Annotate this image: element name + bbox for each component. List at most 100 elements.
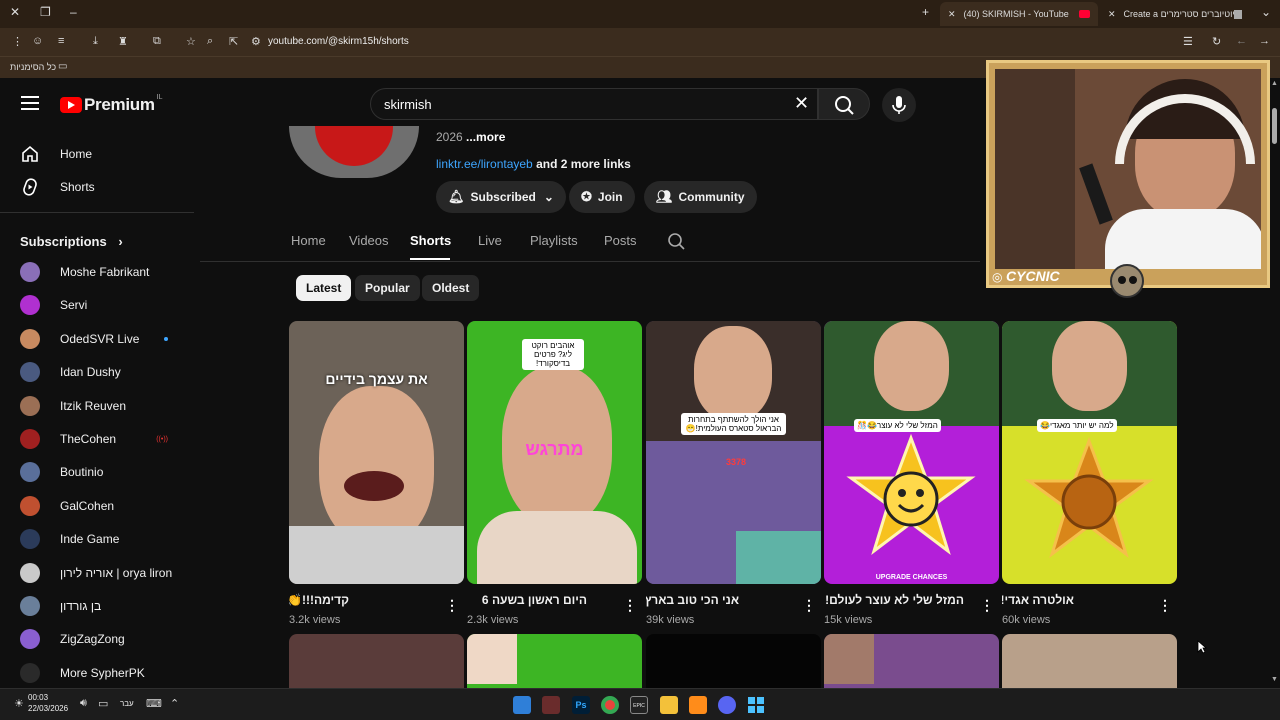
tab-posts[interactable]: Posts bbox=[604, 233, 637, 248]
sidebar-subscription[interactable]: Boutinio bbox=[20, 460, 180, 484]
youtube-premium-logo[interactable]: Premium IL bbox=[60, 94, 163, 115]
short-thumbnail[interactable]: את עצמך בידיים bbox=[289, 321, 464, 584]
reading-list-icon[interactable]: ≡ bbox=[58, 35, 64, 47]
short-thumbnail[interactable]: אני הולך להשתתף בתחרות הבראול סטארס העול… bbox=[646, 321, 821, 584]
bookmark-star-icon[interactable]: ☆ bbox=[186, 35, 196, 48]
chrome-app-icon[interactable] bbox=[601, 696, 619, 714]
search-button[interactable] bbox=[818, 88, 870, 120]
scrollbar-thumb[interactable] bbox=[1272, 108, 1277, 144]
sidebar-subscription[interactable]: אוריה לירון | orya liron bbox=[20, 561, 180, 585]
url-field[interactable]: youtube.com/@skirm15h/shorts bbox=[268, 36, 409, 47]
puzzle-icon[interactable]: ⧉ bbox=[153, 35, 161, 48]
all-bookmarks-label[interactable]: כל הסימניות bbox=[10, 62, 56, 72]
sidebar-subscription[interactable]: ZigZagZong bbox=[20, 627, 180, 651]
back-icon[interactable]: → bbox=[1259, 35, 1270, 47]
more-options-icon[interactable]: ⋮ bbox=[1158, 597, 1172, 614]
short-thumbnail[interactable]: אוהבים רוקט ליג? פרטים בדיסקורד! מתרגש bbox=[467, 321, 642, 584]
weather-icon[interactable]: ☀ bbox=[14, 697, 24, 710]
extensions-icon[interactable]: ♜ bbox=[118, 35, 128, 48]
sidebar-item-shorts[interactable]: Shorts bbox=[20, 177, 95, 197]
network-icon[interactable]: ▭ bbox=[98, 697, 108, 710]
site-info-icon[interactable]: ⚙ bbox=[251, 35, 261, 48]
search-input[interactable] bbox=[384, 97, 764, 112]
short-title[interactable]: אני הכי טוב בארץ! bbox=[646, 593, 739, 607]
short-title[interactable]: אולטרה אגדי! bbox=[1002, 593, 1074, 607]
short-thumbnail[interactable] bbox=[289, 634, 464, 688]
sidebar-subscription[interactable]: GalCohen bbox=[20, 494, 180, 518]
search-box[interactable] bbox=[370, 88, 818, 120]
reload-icon[interactable]: ↻ bbox=[1212, 35, 1221, 48]
sidebar-subscription[interactable]: Idan Dushy bbox=[20, 360, 180, 384]
tab-home[interactable]: Home bbox=[291, 233, 326, 248]
subscriptions-heading[interactable]: Subscriptions › bbox=[20, 234, 123, 249]
linktree-link[interactable]: linktr.ee/lirontayeb bbox=[436, 157, 533, 171]
tab-close-icon[interactable]: ✕ bbox=[948, 9, 956, 20]
more-options-icon[interactable]: ⋮ bbox=[980, 597, 994, 614]
sidebar-subscription[interactable]: OdedSVR Live bbox=[20, 327, 180, 351]
short-title[interactable]: היום ראשון בשעה 6 bbox=[467, 593, 587, 607]
hamburger-menu-icon[interactable] bbox=[21, 96, 39, 114]
app-icon[interactable] bbox=[689, 696, 707, 714]
sidebar-subscription[interactable]: Moshe Fabrikant bbox=[20, 260, 180, 284]
sidebar-subscription[interactable]: Inde Game bbox=[20, 527, 180, 551]
tab-close-icon[interactable]: ✕ bbox=[1108, 9, 1116, 20]
short-thumbnail[interactable] bbox=[646, 634, 821, 688]
subscribed-button[interactable]: 🔔︎ Subscribed ⌄ bbox=[436, 181, 566, 213]
game-app-icon[interactable] bbox=[542, 696, 560, 714]
epic-games-app-icon[interactable]: EPIC bbox=[630, 696, 648, 714]
tab-live[interactable]: Live bbox=[478, 233, 502, 248]
sidebar-item-home[interactable]: Home bbox=[20, 144, 92, 164]
profile-icon[interactable]: ☺ bbox=[32, 35, 43, 47]
join-button[interactable]: ✪ Join bbox=[569, 181, 635, 213]
sidebar-subscription[interactable]: TheCohen ((•)) bbox=[20, 427, 180, 451]
voice-search-button[interactable] bbox=[882, 88, 916, 122]
more-link[interactable]: ...more bbox=[466, 130, 505, 144]
scroll-up-icon[interactable]: ▲ bbox=[1271, 80, 1278, 87]
short-title[interactable]: המזל שלי לא עוצר לעולם!!! bbox=[824, 593, 964, 607]
short-thumbnail[interactable] bbox=[467, 634, 642, 688]
tab-videos[interactable]: Videos bbox=[349, 233, 389, 248]
tab-shorts[interactable]: Shorts bbox=[410, 233, 451, 248]
tab-search-icon[interactable]: ⌄ bbox=[1261, 5, 1271, 19]
new-tab-icon[interactable]: + bbox=[922, 5, 929, 19]
short-thumbnail[interactable]: למה יש יותר מאגדי😂 bbox=[1002, 321, 1177, 584]
language-indicator[interactable]: עבר bbox=[120, 699, 134, 708]
tray-chevron-icon[interactable]: ⌃ bbox=[170, 697, 179, 710]
photoshop-app-icon[interactable]: Ps bbox=[572, 696, 590, 714]
short-thumbnail[interactable] bbox=[1002, 634, 1177, 688]
clear-search-icon[interactable]: ✕ bbox=[794, 93, 809, 114]
tab-playlists[interactable]: Playlists bbox=[530, 233, 578, 248]
file-explorer-app-icon[interactable] bbox=[660, 696, 678, 714]
scroll-down-icon[interactable]: ▼ bbox=[1271, 676, 1278, 683]
chip-oldest[interactable]: Oldest bbox=[422, 275, 480, 301]
discord-app-icon[interactable] bbox=[718, 696, 736, 714]
close-window-icon[interactable]: ✕ bbox=[10, 5, 20, 19]
volume-icon[interactable]: 🔊︎ bbox=[80, 697, 87, 710]
sidebar-subscription[interactable]: בן גורדון bbox=[20, 594, 180, 618]
windows-start-icon[interactable] bbox=[747, 696, 765, 714]
channel-description[interactable]: 2026 ...more bbox=[436, 130, 505, 144]
page-scrollbar[interactable]: ▲ ▼ bbox=[1270, 78, 1280, 688]
channel-avatar[interactable] bbox=[289, 126, 419, 178]
forward-icon[interactable]: ← bbox=[1236, 35, 1247, 47]
minimize-window-icon[interactable]: – bbox=[70, 5, 77, 19]
channel-search-icon[interactable] bbox=[667, 232, 687, 252]
sidebar-subscription[interactable]: Itzik Reuven bbox=[20, 394, 180, 418]
download-icon[interactable]: ⤓ bbox=[93, 35, 98, 48]
chip-latest[interactable]: Latest bbox=[296, 275, 352, 301]
sidebar-subscription[interactable]: Servi bbox=[20, 293, 180, 317]
notepad-app-icon[interactable] bbox=[513, 696, 531, 714]
more-options-icon[interactable]: ⋮ bbox=[445, 597, 459, 614]
menu-dots-icon[interactable]: ⋮ bbox=[12, 35, 23, 48]
more-links-text[interactable]: and 2 more links bbox=[536, 157, 631, 171]
sidebar-subscription[interactable]: More SypherPK bbox=[20, 661, 180, 685]
clock-time[interactable]: 00:03 bbox=[28, 693, 48, 702]
more-options-icon[interactable]: ⋮ bbox=[623, 597, 637, 614]
keyboard-icon[interactable]: ⌨ bbox=[146, 697, 162, 710]
clock-date[interactable]: 22/03/2026 bbox=[28, 704, 68, 713]
community-button[interactable]: 👥︎ Community bbox=[644, 181, 757, 213]
short-thumbnail[interactable]: המזל שלי לא עוצר😂🎊 UPGRADE CHANCES bbox=[824, 321, 999, 584]
more-options-icon[interactable]: ⋮ bbox=[802, 597, 816, 614]
share-icon[interactable]: ⇱ bbox=[229, 35, 238, 48]
short-thumbnail[interactable] bbox=[824, 634, 999, 688]
